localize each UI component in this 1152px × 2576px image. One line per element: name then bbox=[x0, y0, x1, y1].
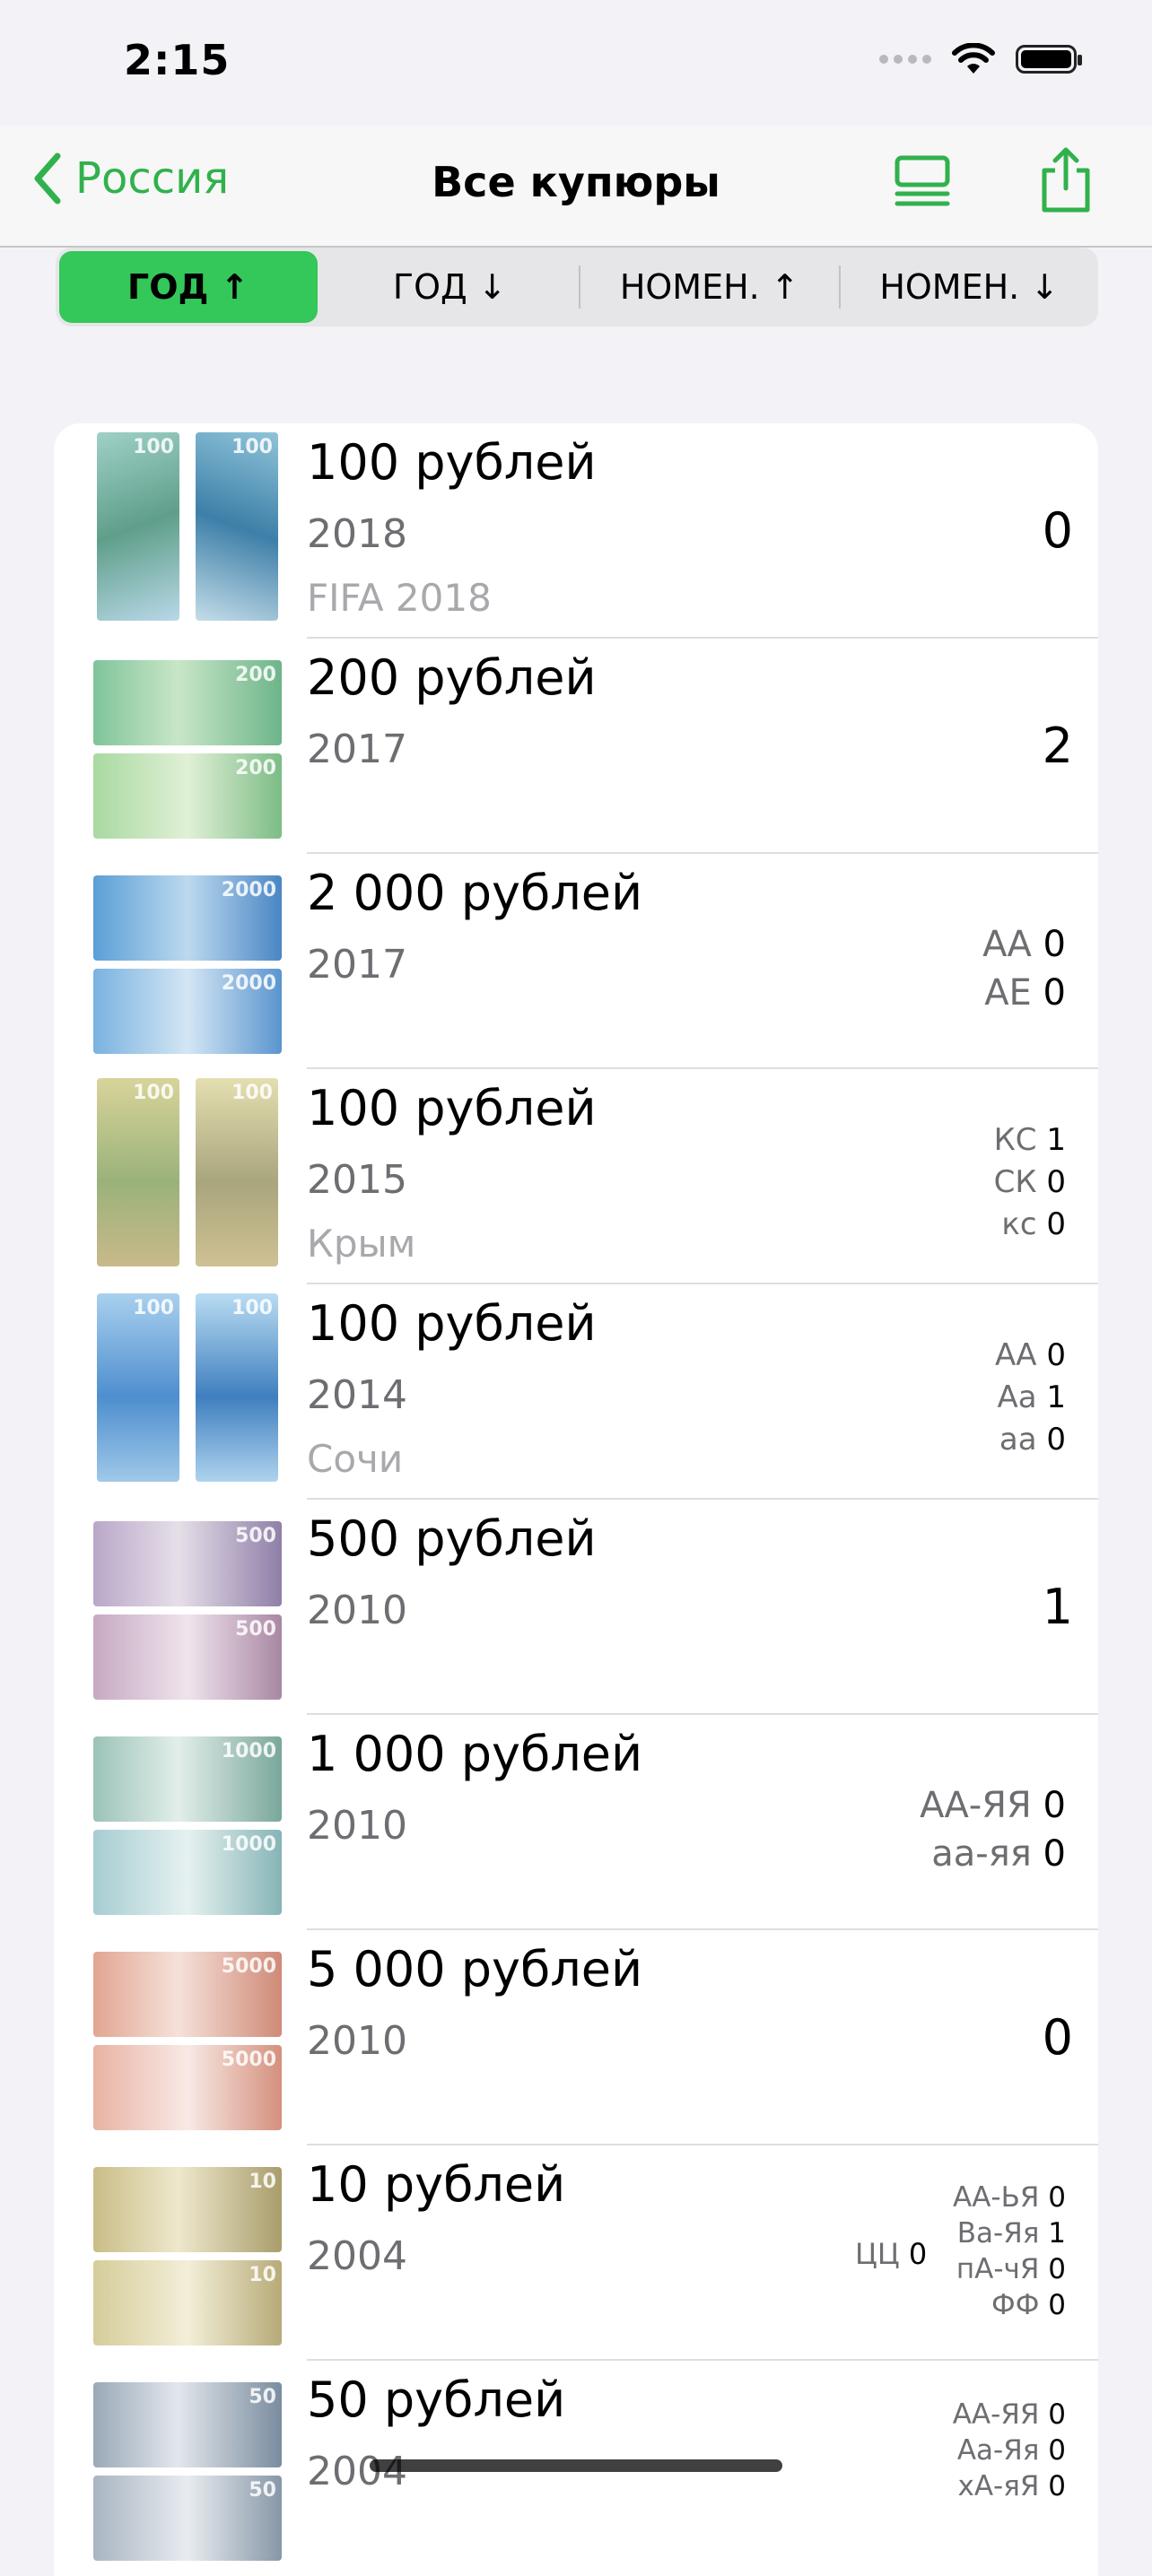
navigation-bar: Россия Все купюры bbox=[0, 126, 1152, 248]
item-year: 2010 bbox=[307, 1588, 407, 1633]
series-list: АА 0 Аа 1 аа 0 bbox=[995, 1337, 1066, 1458]
list-item[interactable]: 100 100 100 рублей 2015 Крым КС 1 СК 0 к… bbox=[54, 1069, 1098, 1284]
banknote-image: 2000 2000 bbox=[93, 863, 282, 1056]
series-extra: ЦЦ 0 bbox=[855, 2237, 928, 2271]
home-indicator[interactable] bbox=[370, 2459, 782, 2472]
item-year: 2010 bbox=[307, 2018, 407, 2064]
item-title: 50 рублей bbox=[307, 2371, 566, 2428]
item-year: 2010 bbox=[307, 1803, 407, 1849]
segment-denomination-desc[interactable]: НОМЕН. ↓ bbox=[841, 248, 1099, 326]
series-list: АА-ЯЯ 0 Аа-Яя 0 хА-яЯ 0 bbox=[952, 2398, 1066, 2502]
list-item[interactable]: 1000 1000 1 000 рублей 2010 АА-ЯЯ 0 аа-я… bbox=[54, 1715, 1098, 1930]
list-item[interactable]: 500 500 500 рублей 2010 1 bbox=[54, 1500, 1098, 1715]
list-item[interactable]: 10 10 10 рублей 2004 ЦЦ 0 АА-ЬЯ 0 Ва-Яя … bbox=[54, 2145, 1098, 2361]
item-subtitle: Крым bbox=[307, 1222, 416, 1266]
banknote-image: 10 10 bbox=[93, 2154, 282, 2347]
list-item[interactable]: 2000 2000 2 000 рублей 2017 АА 0 АЕ 0 bbox=[54, 854, 1098, 1069]
sort-segmented-control: ГОД ↑ ГОД ↓ НОМЕН. ↑ НОМЕН. ↓ bbox=[56, 248, 1098, 326]
list-item[interactable]: 200 200 200 рублей 2017 2 bbox=[54, 639, 1098, 854]
item-count: 1 bbox=[1042, 1579, 1073, 1635]
status-icons bbox=[879, 43, 1082, 75]
item-year: 2017 bbox=[307, 727, 407, 772]
item-year: 2014 bbox=[307, 1372, 407, 1418]
item-title: 100 рублей bbox=[307, 1295, 597, 1352]
item-subtitle: FIFA 2018 bbox=[307, 576, 492, 620]
wifi-icon bbox=[952, 43, 995, 74]
series-list: АА 0 АЕ 0 bbox=[982, 924, 1066, 1014]
banknote-image: 5000 5000 bbox=[93, 1939, 282, 2132]
series-list: АА-ЬЯ 0 Ва-Яя 1 пА-чЯ 0 ФФ 0 bbox=[953, 2181, 1066, 2321]
item-title: 10 рублей bbox=[307, 2156, 566, 2213]
item-year: 2018 bbox=[307, 511, 407, 557]
item-title: 100 рублей bbox=[307, 434, 597, 491]
banknote-image: 1000 1000 bbox=[93, 1724, 282, 1917]
item-title: 500 рублей bbox=[307, 1510, 597, 1567]
item-subtitle: Сочи bbox=[307, 1437, 404, 1481]
list-view-button[interactable] bbox=[886, 145, 958, 217]
share-button[interactable] bbox=[1030, 145, 1102, 217]
item-count: 0 bbox=[1042, 502, 1073, 559]
segment-denomination-asc[interactable]: НОМЕН. ↑ bbox=[580, 248, 839, 326]
status-bar: 2:15 bbox=[0, 0, 1152, 126]
banknote-image: 50 50 bbox=[93, 2370, 282, 2563]
item-title: 1 000 рублей bbox=[307, 1726, 643, 1782]
list-item[interactable]: 5000 5000 5 000 рублей 2010 0 bbox=[54, 1930, 1098, 2145]
banknote-list: 100 100 100 рублей 2018 FIFA 2018 0 200 … bbox=[54, 423, 1098, 2576]
list-item[interactable]: 100 100 100 рублей 2018 FIFA 2018 0 bbox=[54, 423, 1098, 639]
battery-icon bbox=[1016, 45, 1082, 74]
series-list: КС 1 СК 0 кс 0 bbox=[993, 1122, 1066, 1242]
share-icon bbox=[1042, 147, 1090, 213]
item-year: 2017 bbox=[307, 942, 407, 988]
banknote-image: 200 200 bbox=[93, 648, 282, 840]
item-title: 2 000 рублей bbox=[307, 865, 643, 921]
item-year: 2015 bbox=[307, 1157, 407, 1203]
banknote-image: 100 100 bbox=[93, 432, 282, 625]
series-list: АА-ЯЯ 0 аа-яя 0 bbox=[920, 1785, 1066, 1875]
item-title: 100 рублей bbox=[307, 1080, 597, 1136]
segment-year-asc[interactable]: ГОД ↑ bbox=[59, 251, 318, 323]
item-title: 200 рублей bbox=[307, 649, 597, 706]
banknote-image: 100 100 bbox=[93, 1293, 282, 1486]
item-year: 2004 bbox=[307, 2233, 407, 2279]
banknote-image: 100 100 bbox=[93, 1078, 282, 1271]
item-title: 5 000 рублей bbox=[307, 1941, 643, 1997]
list-item[interactable]: 100 100 100 рублей 2014 Сочи АА 0 Аа 1 а… bbox=[54, 1284, 1098, 1500]
banknote-image: 500 500 bbox=[93, 1509, 282, 1701]
page-title: Все купюры bbox=[432, 158, 720, 206]
cellular-signal-icon bbox=[879, 55, 931, 64]
status-time: 2:15 bbox=[124, 36, 231, 84]
segment-year-desc[interactable]: ГОД ↓ bbox=[321, 248, 580, 326]
item-count: 0 bbox=[1042, 2009, 1073, 2066]
list-view-icon bbox=[895, 155, 950, 206]
item-count: 2 bbox=[1042, 718, 1073, 774]
